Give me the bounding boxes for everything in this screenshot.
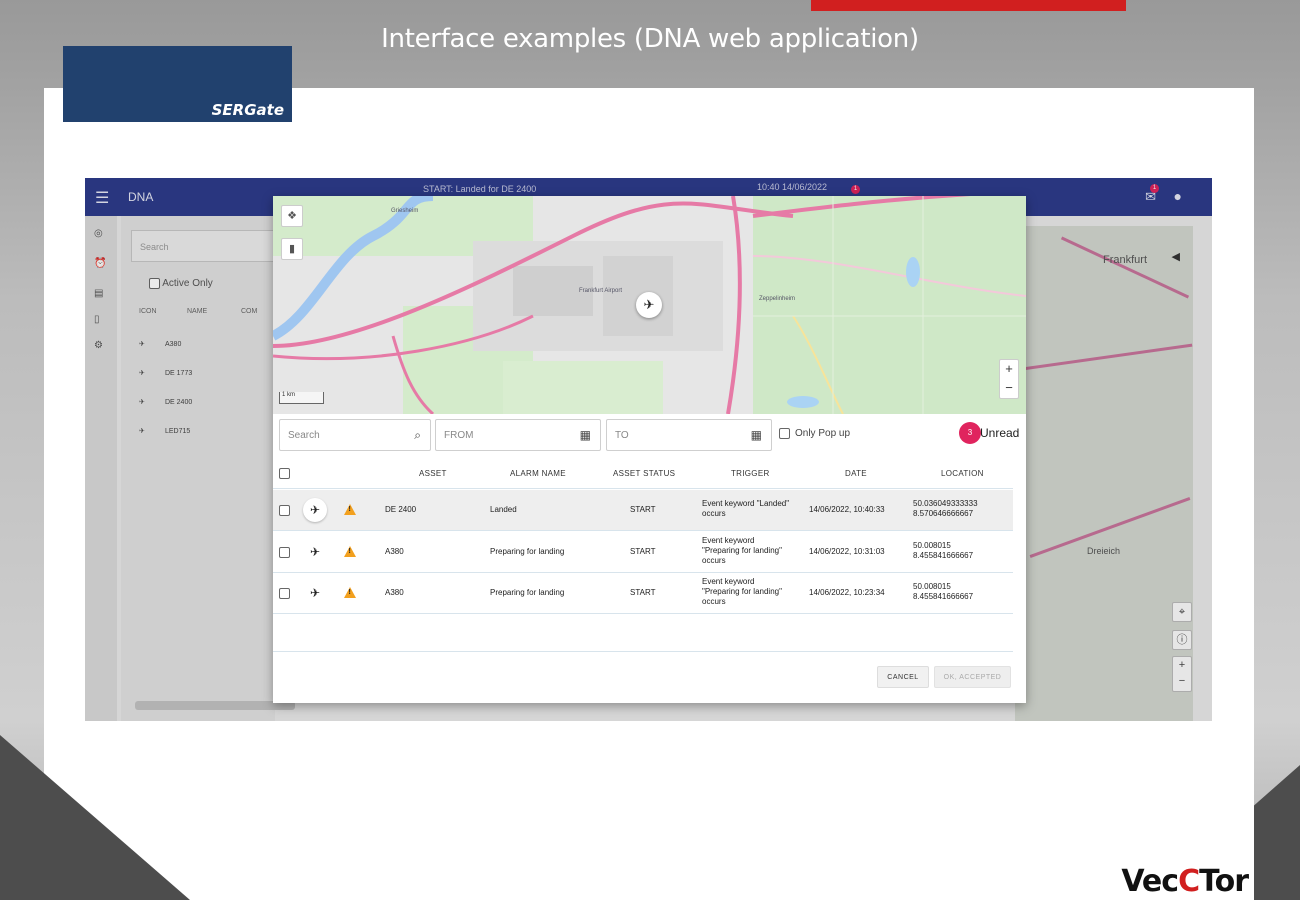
- map-label-zeppelinheim: Zeppelinheim: [759, 296, 796, 302]
- cell-date: 14/06/2022, 10:40:33: [809, 505, 885, 514]
- cell-status: START: [630, 588, 656, 597]
- warning-icon: [344, 546, 356, 557]
- th-location[interactable]: LOCATION: [941, 469, 984, 478]
- th-trigger[interactable]: TRIGGER: [731, 469, 770, 478]
- unread-counter[interactable]: 3 Unread: [959, 422, 1019, 444]
- dialog-divider: [273, 651, 1013, 652]
- to-date-field[interactable]: TO ▦: [606, 419, 772, 451]
- plane-icon: ✈: [303, 498, 327, 522]
- layers-icon[interactable]: ❖: [281, 205, 303, 227]
- dialog-map[interactable]: ❖ ▮ Griesheim Zeppelinheim Frankfurt Air…: [273, 196, 1026, 414]
- accept-button[interactable]: OK, ACCEPTED: [934, 666, 1011, 688]
- cell-alarm-name: Preparing for landing: [490, 588, 565, 597]
- row-checkbox[interactable]: [279, 588, 290, 599]
- zoom-in-button[interactable]: +: [1000, 360, 1018, 379]
- cell-trigger: Event keyword "Preparing for landing" occu…: [702, 577, 782, 606]
- map-scale: 1 km: [279, 392, 324, 404]
- table-row[interactable]: ✈ DE 2400 Landed START Event keyword "La…: [273, 490, 1013, 531]
- map-view-icon[interactable]: ▮: [281, 238, 303, 260]
- cell-asset: A380: [385, 588, 404, 597]
- table-header: ASSET ALARM NAME ASSET STATUS TRIGGER DA…: [273, 459, 1013, 489]
- cell-asset: DE 2400: [385, 505, 417, 514]
- from-date-field[interactable]: FROM ▦: [435, 419, 601, 451]
- zoom-out-button[interactable]: −: [1000, 379, 1018, 398]
- cell-location: 50.008015 8.455841666667: [913, 582, 974, 601]
- cell-location: 50.008015 8.455841666667: [913, 541, 974, 560]
- dna-app-window: ☰ DNA START: Landed for DE 2400 10:40 14…: [85, 178, 1212, 721]
- map-zoom-control[interactable]: + −: [999, 359, 1019, 399]
- table-row[interactable]: ✈ A380 Preparing for landing START Event…: [273, 532, 1013, 573]
- warning-icon: [344, 504, 356, 515]
- table-row[interactable]: ✈ A380 Preparing for landing START Event…: [273, 573, 1013, 614]
- calendar-icon: ▦: [579, 428, 591, 442]
- sergate-logo: SERGate: [63, 46, 292, 122]
- only-popup-checkbox[interactable]: Only Pop up: [779, 428, 850, 439]
- cell-alarm-name: Landed: [490, 505, 517, 514]
- search-icon: ⌕: [414, 428, 421, 442]
- map-label-griesheim: Griesheim: [391, 208, 419, 214]
- plane-icon: ✈: [309, 545, 321, 559]
- row-checkbox[interactable]: [279, 547, 290, 558]
- corner-decoration-left: [0, 735, 190, 900]
- unread-badge: 3: [959, 422, 981, 444]
- th-date[interactable]: DATE: [845, 469, 867, 478]
- th-asset[interactable]: ASSET: [419, 469, 447, 478]
- th-alarm-name[interactable]: ALARM NAME: [510, 469, 566, 478]
- search-field[interactable]: Search ⌕: [279, 419, 431, 451]
- alarm-history-dialog: ❖ ▮ Griesheim Zeppelinheim Frankfurt Air…: [273, 196, 1026, 703]
- cell-location: 50.036049333333 8.570646666667: [913, 499, 978, 518]
- cell-trigger: Event keyword "Preparing for landing" occu…: [702, 536, 782, 565]
- accent-bar: [811, 0, 1126, 11]
- row-checkbox[interactable]: [279, 505, 290, 516]
- cell-status: START: [630, 547, 656, 556]
- cell-trigger: Event keyword "Landed" occurs: [702, 499, 790, 518]
- filter-bar: Search ⌕ FROM ▦ TO ▦ Only Pop up 3 Unread: [273, 414, 1026, 456]
- th-asset-status[interactable]: ASSET STATUS: [613, 469, 675, 478]
- cell-alarm-name: Preparing for landing: [490, 547, 565, 556]
- map-label-airport: Frankfurt Airport: [579, 288, 623, 294]
- select-all-checkbox[interactable]: [279, 468, 290, 479]
- warning-icon: [344, 587, 356, 598]
- cell-asset: A380: [385, 547, 404, 556]
- cell-date: 14/06/2022, 10:31:03: [809, 547, 885, 556]
- cell-date: 14/06/2022, 10:23:34: [809, 588, 885, 597]
- cancel-button[interactable]: CANCEL: [877, 666, 929, 688]
- calendar-icon: ▦: [750, 428, 762, 442]
- plane-icon: ✈: [309, 586, 321, 600]
- plane-marker-icon[interactable]: ✈: [636, 292, 662, 318]
- vectorlogo: VecCTor: [1121, 864, 1249, 899]
- cell-status: START: [630, 505, 656, 514]
